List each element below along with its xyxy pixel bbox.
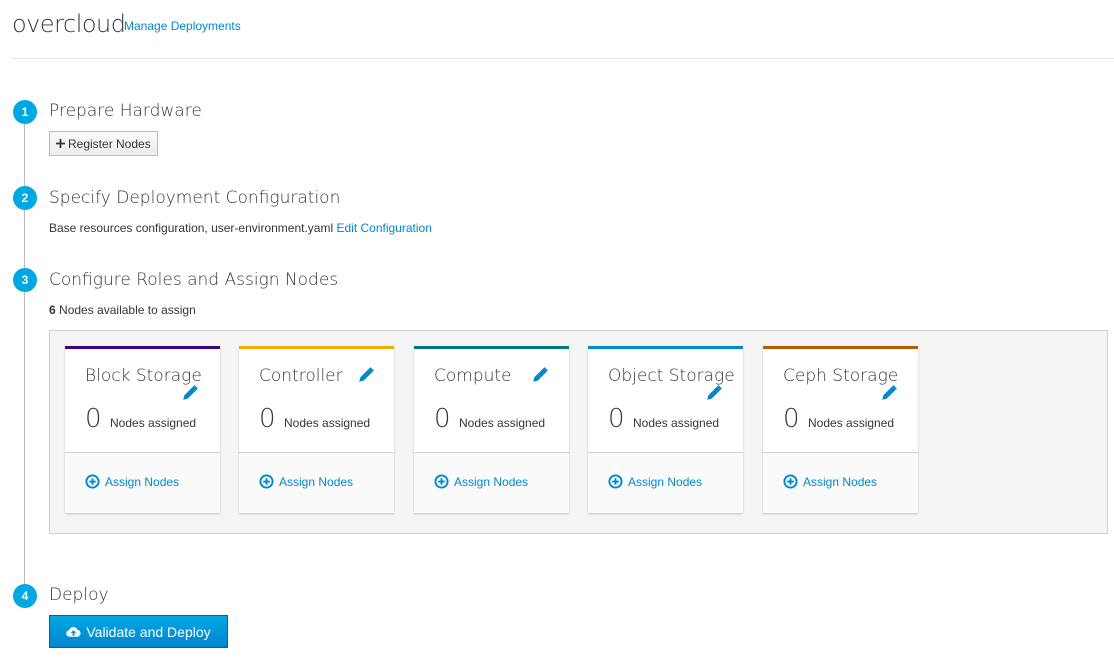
role-color-bar [239, 346, 394, 349]
plus-circle-icon [434, 474, 449, 489]
role-card-footer: Assign Nodes [588, 452, 743, 513]
nodes-available: 6 Nodes available to assign [49, 303, 196, 317]
assign-nodes-label: Assign Nodes [628, 474, 703, 489]
role-name: Controller [259, 366, 343, 386]
pencil-icon[interactable] [880, 384, 898, 402]
step-2-number: 2 [13, 186, 37, 210]
plus-circle-icon [783, 474, 798, 489]
role-card-footer: Assign Nodes [763, 452, 918, 513]
page-header: overcloud Manage Deployments [12, 8, 1114, 59]
role-card-ceph-storage: Ceph Storage 0 Nodes assigned Assign Nod… [763, 346, 918, 513]
manage-deployments-link[interactable]: Manage Deployments [124, 19, 241, 33]
step-3-title: Configure Roles and Assign Nodes [49, 270, 339, 290]
assign-nodes-link[interactable]: Assign Nodes [608, 474, 702, 489]
plus-circle-icon [85, 474, 100, 489]
assign-nodes-link[interactable]: Assign Nodes [259, 474, 353, 489]
role-card-compute: Compute 0 Nodes assigned Assign Nodes [414, 346, 569, 513]
role-card-block-storage: Block Storage 0 Nodes assigned Assign No… [65, 346, 220, 513]
assign-nodes-link[interactable]: Assign Nodes [434, 474, 528, 489]
role-name: Block Storage [85, 366, 202, 386]
register-nodes-label: Register Nodes [68, 136, 151, 151]
pencil-icon[interactable] [531, 366, 549, 384]
assign-nodes-label: Assign Nodes [105, 474, 180, 489]
role-name: Ceph Storage [783, 366, 899, 386]
role-node-count: 0 [434, 404, 451, 434]
role-node-count: 0 [259, 404, 276, 434]
pencil-icon[interactable] [357, 366, 375, 384]
nodes-available-count: 6 [49, 303, 56, 317]
role-name: Compute [434, 366, 512, 386]
plan-title: overcloud [12, 10, 126, 38]
plus-circle-icon [608, 474, 623, 489]
role-color-bar [763, 346, 918, 349]
role-color-bar [414, 346, 569, 349]
step-1-title: Prepare Hardware [49, 101, 202, 121]
assign-nodes-label: Assign Nodes [279, 474, 354, 489]
edit-configuration-link[interactable]: Edit Configuration [336, 221, 431, 235]
role-card-object-storage: Object Storage 0 Nodes assigned Assign N… [588, 346, 743, 513]
nodes-available-label: Nodes available to assign [59, 303, 196, 317]
roles-panel: Block Storage 0 Nodes assigned Assign No… [49, 330, 1108, 534]
configuration-text: Base resources configuration, user-envir… [49, 221, 334, 235]
role-node-count: 0 [608, 404, 625, 434]
assign-nodes-link[interactable]: Assign Nodes [85, 474, 179, 489]
role-assigned-label: Nodes assigned [633, 416, 720, 430]
step-4-number: 4 [13, 584, 37, 608]
role-color-bar [65, 346, 220, 349]
timeline-line [24, 112, 25, 596]
plus-icon [56, 139, 65, 148]
assign-nodes-label: Assign Nodes [803, 474, 878, 489]
role-node-count: 0 [85, 404, 102, 434]
step-2-title: Specify Deployment Configuration [49, 188, 341, 208]
configuration-description: Base resources configuration, user-envir… [49, 221, 432, 235]
role-card-footer: Assign Nodes [239, 452, 394, 513]
role-assigned-label: Nodes assigned [284, 416, 371, 430]
step-3-number: 3 [13, 268, 37, 292]
register-nodes-button[interactable]: Register Nodes [49, 131, 158, 156]
pencil-icon[interactable] [181, 384, 199, 402]
role-card-footer: Assign Nodes [414, 452, 569, 513]
cloud-upload-icon [66, 626, 81, 637]
role-assigned-label: Nodes assigned [808, 416, 895, 430]
role-assigned-label: Nodes assigned [110, 416, 197, 430]
step-1-number: 1 [13, 100, 37, 124]
role-node-count: 0 [783, 404, 800, 434]
validate-and-deploy-label: Validate and Deploy [86, 623, 211, 640]
step-4-title: Deploy [49, 585, 109, 605]
pencil-icon[interactable] [705, 384, 723, 402]
role-color-bar [588, 346, 743, 349]
role-name: Object Storage [608, 366, 735, 386]
assign-nodes-label: Assign Nodes [454, 474, 529, 489]
plus-circle-icon [259, 474, 274, 489]
assign-nodes-link[interactable]: Assign Nodes [783, 474, 877, 489]
validate-and-deploy-button[interactable]: Validate and Deploy [49, 615, 228, 648]
role-card-footer: Assign Nodes [65, 452, 220, 513]
role-assigned-label: Nodes assigned [459, 416, 546, 430]
role-card-controller: Controller 0 Nodes assigned Assign Nodes [239, 346, 394, 513]
